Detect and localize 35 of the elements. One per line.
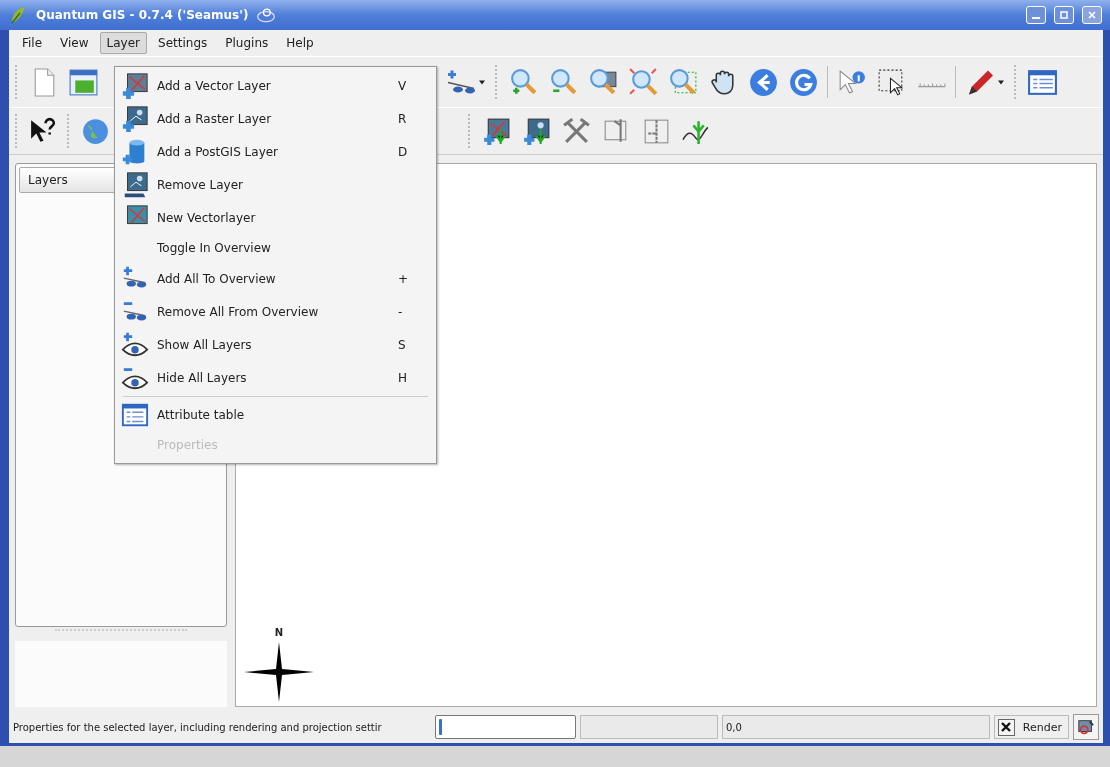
maximize-button[interactable] (1054, 6, 1074, 24)
render-label: Render (1022, 720, 1062, 734)
menu-entry[interactable]: Remove All From Overview - (115, 295, 436, 328)
raster-layer-icon (121, 104, 149, 133)
menu-item[interactable]: File (15, 32, 50, 54)
status-message: Properties for the selected layer, including rendering and projection settir (13, 721, 383, 733)
menu-entry[interactable]: Add a PostGIS Layer D (115, 135, 436, 168)
menu-item[interactable]: Layer (99, 32, 148, 54)
eye-icon (121, 330, 149, 359)
menu-entry[interactable]: Add a Vector Layer V (115, 69, 436, 102)
menu-entry[interactable]: Hide All Layers H (115, 361, 436, 394)
close-icon (1087, 10, 1097, 20)
minimize-icon (1032, 17, 1040, 19)
maximize-icon (1059, 10, 1069, 20)
window-title: Quantum GIS - 0.7.4 ('Seamus') (36, 8, 249, 22)
close-button[interactable] (1082, 6, 1102, 24)
menu-entry[interactable]: New Vectorlayer (115, 201, 436, 234)
vector-layer-icon (121, 71, 149, 100)
minimize-button[interactable] (1026, 6, 1046, 24)
menu-item[interactable]: View (53, 32, 96, 54)
north-label: N (274, 627, 284, 638)
menu-item[interactable]: Help (279, 32, 321, 54)
menu-item[interactable]: Plugins (218, 32, 276, 54)
coordinates-field: 0,0 (722, 715, 990, 739)
projection-button[interactable] (1073, 714, 1099, 740)
scale-input[interactable] (435, 715, 576, 739)
menu-entry[interactable]: Toggle In Overview (115, 234, 436, 262)
menu-entry[interactable]: Add All To Overview + (115, 262, 436, 295)
render-checkbox[interactable] (997, 718, 1015, 736)
map-crossed-icon (1077, 718, 1095, 736)
leaf-icon (8, 5, 28, 25)
menu-entry[interactable]: Attribute table (115, 398, 436, 431)
menu-entry[interactable]: Add a Raster Layer R (115, 102, 436, 135)
menu-item[interactable]: Settings (151, 32, 215, 54)
menu-entry[interactable]: Show All Layers S (115, 328, 436, 361)
